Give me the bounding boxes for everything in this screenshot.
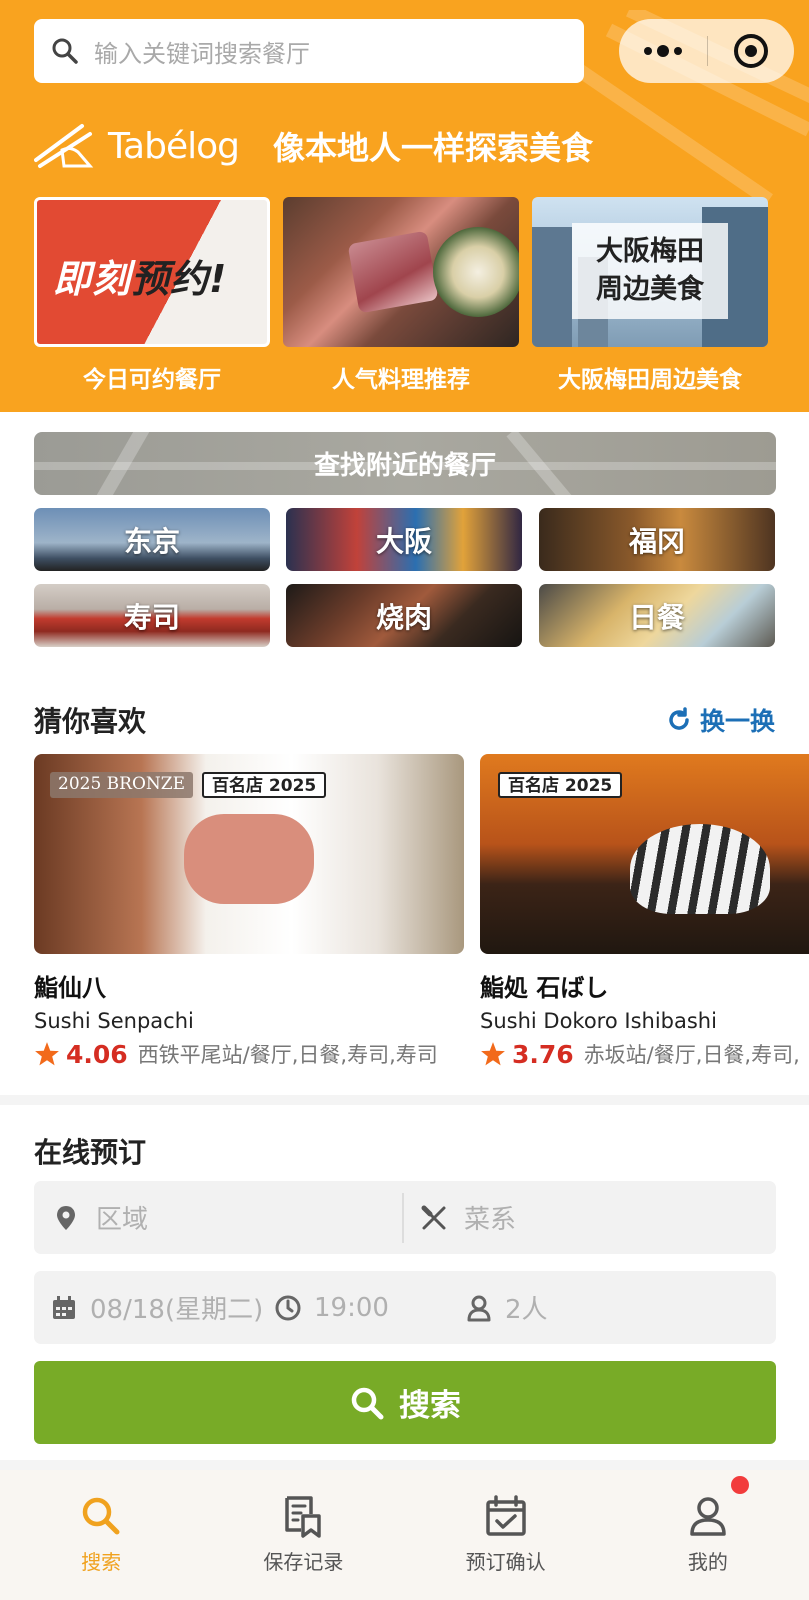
restaurant-card[interactable]: 百名店 2025 鮨処 石ばし Sushi Dokoro Ishibashi 3… (480, 754, 809, 1069)
calendar-icon (53, 1295, 75, 1319)
banner-osaka-umeda[interactable]: 大阪梅田 周边美食 (532, 197, 768, 347)
award-badge: 2025 BRONZE (50, 772, 193, 798)
more-menu-button[interactable] (619, 45, 707, 57)
banner-art-card: 大阪梅田 周边美食 (572, 223, 728, 319)
search-icon (82, 1497, 120, 1535)
tile-fukuoka[interactable]: 福冈 (539, 508, 775, 571)
saved-icon (285, 1496, 322, 1538)
person-icon (467, 1295, 491, 1321)
notification-dot (730, 1476, 749, 1494)
star-icon (35, 1042, 59, 1066)
rating-score: 3.76 (512, 1039, 574, 1069)
banner-caption[interactable]: 大阪梅田周边美食 (532, 360, 768, 394)
restaurant-photo: 百名店 2025 (480, 754, 809, 954)
restaurant-meta: 4.06 西铁平尾站/餐厅,日餐,寿司,寿司 (34, 1039, 464, 1069)
brand-logo: Tabélog (108, 125, 240, 167)
tab-label: 保存记录 (263, 1550, 344, 1574)
refresh-label: 换一换 (699, 707, 775, 736)
user-icon (690, 1497, 726, 1536)
recommend-section: 猜你喜欢 换一换 2025 BRONZE 百名店 2025 鮨仙八 Sushi … (0, 670, 809, 1095)
search-button[interactable]: 搜索 (34, 1361, 776, 1444)
restaurant-meta: 3.76 赤坂站/餐厅,日餐,寿司, (480, 1039, 809, 1069)
close-program-button[interactable] (708, 34, 794, 68)
brand-row: Tabélog 像本地人一样探索美食 (34, 116, 593, 176)
booking-title: 在线预订 (34, 1136, 147, 1169)
tab-booking-confirm[interactable]: 预订确认 (405, 1470, 607, 1600)
restaurant-name: 鮨処 石ばし (480, 974, 609, 1002)
restaurant-name: 鮨仙八 (34, 974, 106, 1002)
restaurant-name-en: Sushi Dokoro Ishibashi (480, 1009, 717, 1033)
banner-caption[interactable]: 今日可约餐厅 (34, 360, 270, 394)
banner-caption[interactable]: 人气料理推荐 (283, 360, 519, 394)
wagyu-image (347, 230, 439, 314)
area-placeholder: 区域 (96, 1205, 149, 1235)
target-close-icon (734, 34, 768, 68)
tile-sushi[interactable]: 寿司 (34, 584, 270, 647)
people-picker[interactable]: 2人 (449, 1289, 548, 1326)
fork-knife-icon (421, 1205, 446, 1229)
mini-program-capsule (619, 19, 794, 83)
dish-image (433, 227, 519, 317)
find-nearby-button[interactable]: 查找附近的餐厅 (34, 432, 776, 495)
bottom-tab-bar: 搜索 保存记录 预订确认 我的 (0, 1470, 809, 1600)
tab-label: 预订确认 (465, 1550, 546, 1574)
tab-profile[interactable]: 我的 (607, 1470, 809, 1600)
restaurant-card[interactable]: 2025 BRONZE 百名店 2025 鮨仙八 Sushi Senpachi … (34, 754, 464, 1069)
restaurant-photo: 2025 BRONZE 百名店 2025 (34, 754, 464, 954)
banner-art-text: 即刻预约! (53, 257, 228, 301)
area-cuisine-row: 区域 菜系 (34, 1181, 776, 1254)
clock-icon (275, 1295, 301, 1320)
location-pin-icon (57, 1205, 75, 1230)
search-icon (351, 1387, 384, 1419)
chopsticks-logo-icon (34, 124, 94, 168)
booking-section: 在线预订 区域 菜系 08/18(星期二) 19:00 2人 搜索 (0, 1105, 809, 1460)
banner-popular-dishes[interactable] (283, 197, 519, 347)
refresh-icon (669, 707, 689, 730)
time-value: 19:00 (314, 1292, 389, 1323)
search-input[interactable]: 输入关键词搜索餐厅 (34, 19, 584, 83)
recommend-title: 猜你喜欢 (34, 705, 147, 738)
header: 输入关键词搜索餐厅 Tabélog 像本地人一样探索美食 即刻预约! 大阪梅田 (0, 0, 809, 412)
cuisine-select[interactable]: 菜系 (404, 1199, 516, 1236)
tile-japanese-food[interactable]: 日餐 (539, 584, 775, 647)
brand-slogan: 像本地人一样探索美食 (272, 129, 593, 167)
date-picker[interactable]: 08/18(星期二) (34, 1289, 274, 1326)
people-value: 2人 (505, 1295, 548, 1325)
banner-book-today[interactable]: 即刻预约! (34, 197, 270, 347)
tile-yakiniku[interactable]: 烧肉 (286, 584, 522, 647)
calendar-check-icon (485, 1495, 526, 1536)
find-nearby-label: 查找附近的餐厅 (313, 451, 496, 481)
tab-label: 搜索 (81, 1550, 122, 1574)
hyakumeiten-badge: 百名店 2025 (202, 772, 327, 798)
star-icon (481, 1042, 505, 1066)
search-button-label: 搜索 (399, 1388, 461, 1424)
restaurant-area: 西铁平尾站/餐厅,日餐,寿司,寿司 (137, 1043, 438, 1067)
tile-tokyo[interactable]: 东京 (34, 508, 270, 571)
area-select[interactable]: 区域 (34, 1192, 404, 1243)
hyakumeiten-badge: 百名店 2025 (498, 772, 623, 798)
tile-osaka[interactable]: 大阪 (286, 508, 522, 571)
datetime-people-row: 08/18(星期二) 19:00 2人 (34, 1271, 776, 1344)
search-placeholder: 输入关键词搜索餐厅 (94, 39, 310, 68)
tab-saved[interactable]: 保存记录 (202, 1470, 404, 1600)
search-icon (52, 38, 78, 64)
tab-search[interactable]: 搜索 (0, 1470, 202, 1600)
restaurant-area: 赤坂站/餐厅,日餐,寿司, (583, 1043, 800, 1067)
time-picker[interactable]: 19:00 (274, 1293, 449, 1323)
rating-score: 4.06 (66, 1039, 128, 1069)
tab-label: 我的 (687, 1550, 728, 1574)
restaurant-name-en: Sushi Senpachi (34, 1009, 194, 1033)
refresh-button[interactable]: 换一换 (666, 702, 775, 738)
nearby-section: 查找附近的餐厅 东京 大阪 福冈 寿司 烧肉 日餐 (0, 412, 809, 670)
date-value: 08/18(星期二) (90, 1295, 264, 1325)
cuisine-placeholder: 菜系 (464, 1205, 517, 1235)
